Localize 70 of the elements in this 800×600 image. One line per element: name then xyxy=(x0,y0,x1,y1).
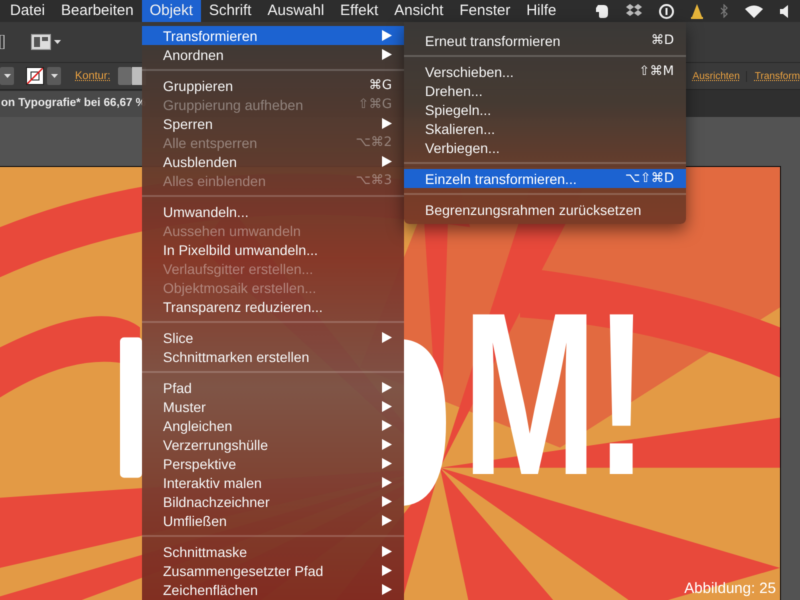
menu-item[interactable]: Transformieren xyxy=(142,26,404,45)
speaker-icon[interactable] xyxy=(780,4,788,18)
panel-icon[interactable] xyxy=(0,35,5,49)
menu-bar-item[interactable]: Effekt xyxy=(332,0,386,22)
submenu-arrow-icon xyxy=(382,477,392,488)
panel-layout-icon[interactable] xyxy=(31,34,61,50)
menu-item[interactable]: Verschieben... ⇧⌘M xyxy=(404,62,686,81)
menu-bar-item[interactable]: Ansicht xyxy=(386,0,452,22)
wifi-icon[interactable] xyxy=(745,4,763,18)
menu-item[interactable]: Anordnen xyxy=(142,45,404,64)
menu-item[interactable]: Zeichenflächen xyxy=(142,580,404,599)
menu-bar-item[interactable]: Auswahl xyxy=(259,0,332,22)
menu-item[interactable]: Erneut transformieren ⌘D xyxy=(404,31,686,50)
submenu-arrow-icon xyxy=(382,382,392,393)
menu-item[interactable]: Slice xyxy=(142,328,404,347)
artwork-text: M! xyxy=(462,279,646,511)
stepper-control[interactable] xyxy=(118,67,132,85)
submenu-arrow-icon xyxy=(382,565,392,576)
dropdown-button[interactable] xyxy=(47,67,61,85)
submenu-arrow-icon xyxy=(382,30,392,41)
menu-item[interactable]: Spiegeln... xyxy=(404,100,686,119)
menu-item[interactable]: Bildnachzeichner xyxy=(142,492,404,511)
menu-bar-item[interactable]: Objekt xyxy=(142,0,201,22)
dropdown-button[interactable] xyxy=(0,67,14,85)
menu-bar-item[interactable]: Datei xyxy=(2,0,54,22)
submenu-arrow-icon xyxy=(382,496,392,507)
menu-item[interactable]: Schnittmaske xyxy=(142,542,404,561)
submenu-arrow-icon xyxy=(382,401,392,412)
menu-item[interactable]: Sperren xyxy=(142,114,404,133)
figure-caption: Abbildung: 25 xyxy=(684,580,776,597)
submenu-arrow-icon xyxy=(382,515,392,526)
menu-item[interactable]: Zusammengesetzter Pfad xyxy=(142,561,404,580)
menu-item[interactable]: Angleichen xyxy=(142,416,404,435)
menu-bar-item[interactable]: Bearbeiten xyxy=(53,0,142,22)
menu-item[interactable]: In Pixelbild umwandeln... xyxy=(142,240,404,259)
submenu-arrow-icon xyxy=(382,458,392,469)
submenu-arrow-icon xyxy=(382,439,392,450)
menu-item[interactable]: Umfließen xyxy=(142,511,404,530)
menu-item[interactable]: Umwandeln... xyxy=(142,202,404,221)
menu-bar-item[interactable]: Schrift xyxy=(200,0,260,22)
menu-item[interactable]: Schnittmarken erstellen xyxy=(142,347,404,366)
submenu-arrow-icon xyxy=(382,584,392,595)
menu-item[interactable]: Drehen... xyxy=(404,81,686,100)
menu-item[interactable]: Verbiegen... xyxy=(404,138,686,157)
bluetooth-icon[interactable] xyxy=(720,4,728,18)
bell-icon[interactable] xyxy=(691,4,703,18)
menu-item[interactable]: Muster xyxy=(142,397,404,416)
box-icon[interactable] xyxy=(626,4,642,18)
menu-item[interactable]: Perspektive xyxy=(142,454,404,473)
caret-icon xyxy=(50,74,58,78)
submenu-arrow-icon xyxy=(382,49,392,60)
caret-icon xyxy=(4,74,10,78)
menu-item[interactable]: Interaktiv malen xyxy=(142,473,404,492)
menu-bar-item[interactable]: Fenster xyxy=(451,0,518,22)
submenu-arrow-icon xyxy=(382,118,392,129)
menu-bar-item[interactable]: Hilfe xyxy=(518,0,564,22)
no-stroke-swatch[interactable] xyxy=(26,67,44,85)
menu-item[interactable]: Pfad xyxy=(142,378,404,397)
panel-link[interactable]: Transform xyxy=(746,70,800,82)
submenu-arrow-icon xyxy=(382,420,392,431)
submenu-arrow-icon xyxy=(382,546,392,557)
submenu-arrow-icon xyxy=(382,332,392,343)
menu-item[interactable]: Verzerrungshülle xyxy=(142,435,404,454)
menu-item[interactable]: Skalieren... xyxy=(404,119,686,138)
menu-item[interactable]: Ausblenden xyxy=(142,152,404,171)
menu-item[interactable]: Begrenzungsrahmen zurücksetzen xyxy=(404,200,686,219)
stroke-label[interactable]: Kontur: xyxy=(75,70,110,82)
menu-item[interactable]: Einzeln transformieren... ⌥⇧⌘D xyxy=(404,169,686,188)
submenu-arrow-icon xyxy=(382,156,392,167)
menu-item[interactable]: Transparenz reduzieren... xyxy=(142,297,404,316)
